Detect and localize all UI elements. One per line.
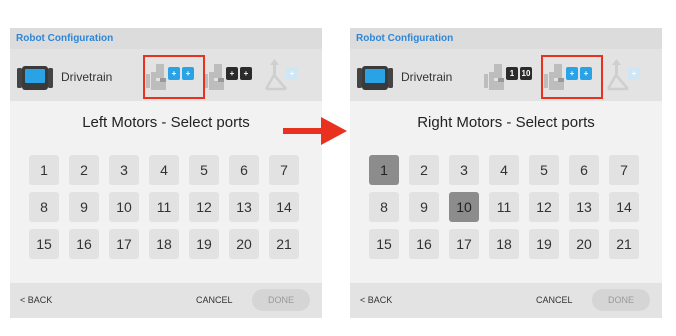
port-button-4[interactable]: 4 <box>489 155 519 185</box>
port-indicator: + <box>226 67 238 80</box>
port-button-4[interactable]: 4 <box>149 155 179 185</box>
window-title: Robot Configuration <box>350 28 662 49</box>
drivetrain-icon[interactable] <box>357 65 393 91</box>
port-button-2[interactable]: 2 <box>69 155 99 185</box>
port-button-10[interactable]: 10 <box>109 192 139 222</box>
port-button-13[interactable]: 13 <box>229 192 259 222</box>
right-config-screen: Robot Configuration Drivetrain 1 10 + + + … <box>350 28 662 318</box>
left-motors-slot[interactable]: 1 10 <box>484 59 542 97</box>
port-button-11[interactable]: 11 <box>489 192 519 222</box>
port-indicator: + <box>240 67 252 80</box>
port-button-20[interactable]: 20 <box>569 229 599 259</box>
back-button[interactable]: < BACK <box>360 295 392 305</box>
port-button-6[interactable]: 6 <box>229 155 259 185</box>
window-title: Robot Configuration <box>10 28 322 49</box>
cancel-button[interactable]: CANCEL <box>196 295 233 305</box>
port-button-18[interactable]: 18 <box>489 229 519 259</box>
left-config-screen: Robot Configuration Drivetrain + + + + + L… <box>10 28 322 318</box>
port-button-3[interactable]: 3 <box>449 155 479 185</box>
device-bar: Drivetrain 1 10 + + + <box>350 49 662 101</box>
cancel-button[interactable]: CANCEL <box>536 295 573 305</box>
back-button[interactable]: < BACK <box>20 295 52 305</box>
footer-bar: < BACK CANCEL DONE <box>350 283 662 318</box>
drivetrain-label: Drivetrain <box>401 70 453 84</box>
port-button-9[interactable]: 9 <box>69 192 99 222</box>
done-button[interactable]: DONE <box>252 289 310 311</box>
port-button-2[interactable]: 2 <box>409 155 439 185</box>
port-button-15[interactable]: 15 <box>369 229 399 259</box>
device-bar: Drivetrain + + + + + <box>10 49 322 101</box>
port-button-3[interactable]: 3 <box>109 155 139 185</box>
port-button-13[interactable]: 13 <box>569 192 599 222</box>
port-button-6[interactable]: 6 <box>569 155 599 185</box>
gyro-slot[interactable]: + <box>606 59 664 97</box>
footer-bar: < BACK CANCEL DONE <box>10 283 322 318</box>
port-button-19[interactable]: 19 <box>529 229 559 259</box>
port-selection-heading: Right Motors - Select ports <box>417 114 595 131</box>
port-button-16[interactable]: 16 <box>409 229 439 259</box>
port-indicator: + <box>286 67 298 80</box>
port-button-11[interactable]: 11 <box>149 192 179 222</box>
port-button-1[interactable]: 1 <box>369 155 399 185</box>
port-indicator: 10 <box>520 67 532 80</box>
drivetrain-label: Drivetrain <box>61 70 113 84</box>
port-button-5[interactable]: 5 <box>189 155 219 185</box>
port-button-14[interactable]: 14 <box>269 192 299 222</box>
done-button[interactable]: DONE <box>592 289 650 311</box>
port-selection-heading: Left Motors - Select ports <box>82 114 250 131</box>
port-button-19[interactable]: 19 <box>189 229 219 259</box>
port-button-7[interactable]: 7 <box>609 155 639 185</box>
port-button-17[interactable]: 17 <box>109 229 139 259</box>
port-button-16[interactable]: 16 <box>69 229 99 259</box>
port-button-7[interactable]: 7 <box>269 155 299 185</box>
gyro-slot[interactable]: + <box>264 59 322 97</box>
port-button-21[interactable]: 21 <box>269 229 299 259</box>
port-button-17[interactable]: 17 <box>449 229 479 259</box>
port-button-18[interactable]: 18 <box>149 229 179 259</box>
port-button-10[interactable]: 10 <box>449 192 479 222</box>
port-button-1[interactable]: 1 <box>29 155 59 185</box>
port-button-5[interactable]: 5 <box>529 155 559 185</box>
active-slot-highlight <box>541 55 603 99</box>
port-button-9[interactable]: 9 <box>409 192 439 222</box>
port-button-21[interactable]: 21 <box>609 229 639 259</box>
drivetrain-icon[interactable] <box>17 65 53 91</box>
port-button-8[interactable]: 8 <box>29 192 59 222</box>
port-button-14[interactable]: 14 <box>609 192 639 222</box>
port-indicator: 1 <box>506 67 518 80</box>
active-slot-highlight <box>143 55 205 99</box>
port-button-20[interactable]: 20 <box>229 229 259 259</box>
right-motors-slot[interactable]: + + <box>204 59 262 97</box>
port-button-15[interactable]: 15 <box>29 229 59 259</box>
port-button-12[interactable]: 12 <box>529 192 559 222</box>
port-indicator: + <box>628 67 640 80</box>
right-arrow-icon <box>283 117 347 145</box>
port-button-8[interactable]: 8 <box>369 192 399 222</box>
port-button-12[interactable]: 12 <box>189 192 219 222</box>
